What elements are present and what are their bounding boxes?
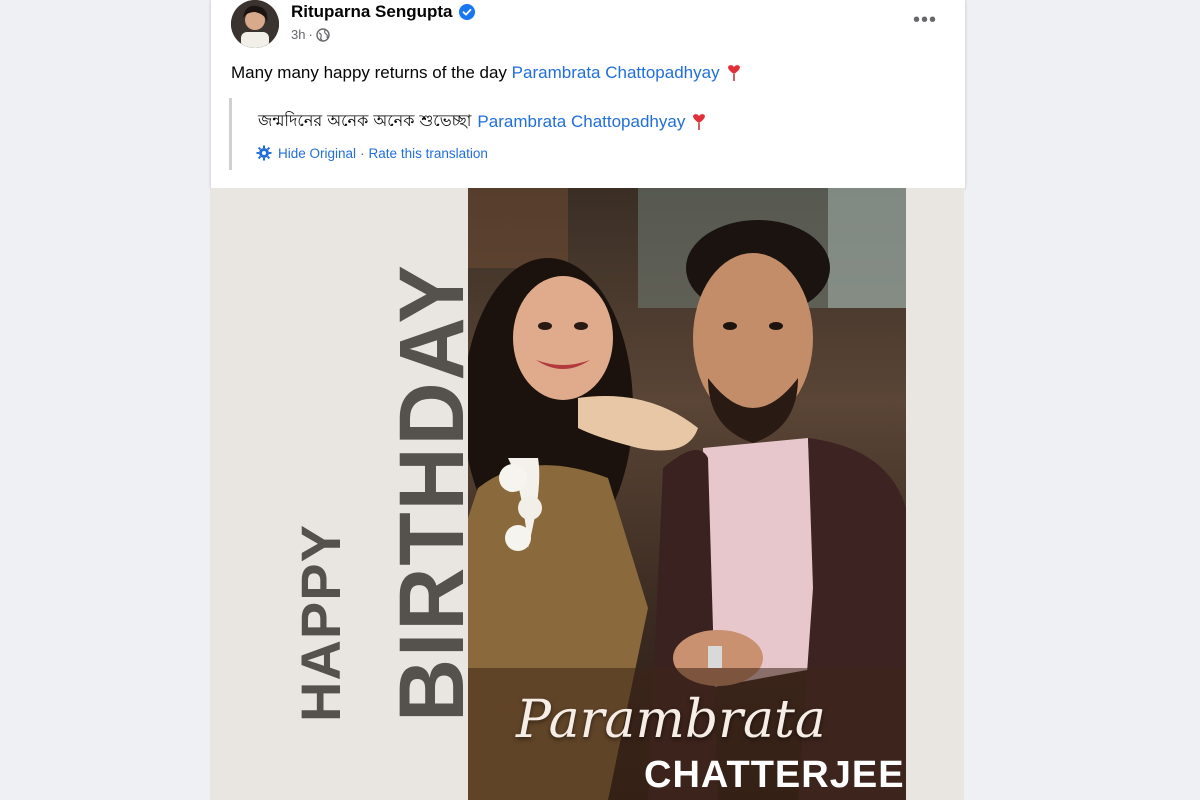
post-meta: 3h · <box>291 27 330 42</box>
happy-vertical-text: HAPPY <box>289 524 352 722</box>
hide-original-link[interactable]: Hide Original <box>278 146 356 161</box>
author-avatar[interactable] <box>231 0 279 48</box>
more-options-icon[interactable]: ••• <box>913 8 937 32</box>
heart-icon <box>727 65 740 81</box>
heart-icon <box>693 113 706 130</box>
verified-badge-icon <box>458 4 475 20</box>
block-name-text: CHATTERJEE <box>644 754 905 796</box>
original-text-row: জন্মদিনের অনেক অনেক শুভেচ্ছা Parambrata … <box>258 108 707 135</box>
translation-separator: · <box>360 145 365 161</box>
globe-icon <box>316 27 330 42</box>
image-right-panel <box>906 188 964 800</box>
meta-separator: · <box>308 27 313 42</box>
message-text: Many many happy returns of the day <box>231 63 507 82</box>
image-left-panel: HAPPY BIRTHDAY <box>210 188 483 800</box>
couple-photo: Parambrata CHATTERJEE <box>468 188 906 800</box>
script-name-text: Parambrata <box>516 690 826 750</box>
original-text: জন্মদিনের অনেক অনেক শুভেচ্ছা <box>258 111 472 130</box>
author-name-row[interactable]: Rituparna Sengupta <box>291 2 475 22</box>
post-message: Many many happy returns of the day Param… <box>231 63 742 83</box>
post-image[interactable]: HAPPY BIRTHDAY Parambrata CHATTERJEE <box>210 188 964 800</box>
post-card: Rituparna Sengupta 3h · ••• Many many ha… <box>210 0 966 188</box>
translation-actions: Hide Original · Rate this translation <box>256 145 488 161</box>
author-name[interactable]: Rituparna Sengupta <box>291 2 453 22</box>
original-mention-link[interactable]: Parambrata Chattopadhyay <box>477 112 685 132</box>
rate-translation-link[interactable]: Rate this translation <box>369 146 488 161</box>
mentioned-profile-link[interactable]: Parambrata Chattopadhyay <box>512 63 720 83</box>
gear-icon <box>256 145 272 161</box>
post-time[interactable]: 3h <box>291 27 305 42</box>
translation-block: জন্মদিনের অনেক অনেক শুভেচ্ছা Parambrata … <box>229 98 829 170</box>
